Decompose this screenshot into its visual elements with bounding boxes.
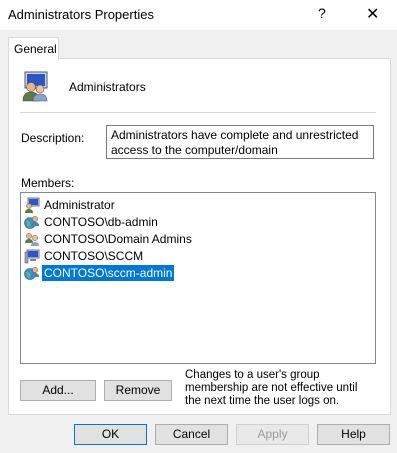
- title-bar: Administrators Properties ? ✕: [0, 0, 397, 30]
- user-computer-icon: [25, 197, 40, 213]
- tab-general[interactable]: General: [8, 37, 59, 60]
- member-item-sccm-admin[interactable]: CONTOSO\sccm-admin: [24, 264, 175, 281]
- help-title-button[interactable]: ?: [318, 5, 326, 21]
- globe-user-icon: [24, 266, 39, 280]
- member-label: CONTOSO\Domain Admins: [44, 231, 192, 246]
- description-field[interactable]: Administrators have complete and unrestr…: [106, 125, 374, 159]
- description-label: Description:: [21, 131, 85, 145]
- group-name: Administrators: [69, 80, 146, 94]
- member-label: CONTOSO\sccm-admin: [42, 264, 175, 281]
- computer-icon: [24, 249, 40, 263]
- group-users-icon: [25, 232, 39, 246]
- separator: [20, 112, 376, 113]
- globe-user-icon: [24, 215, 39, 229]
- members-label: Members:: [21, 176, 75, 190]
- member-item-administrator[interactable]: Administrator: [24, 196, 117, 213]
- apply-button[interactable]: Apply: [236, 424, 309, 445]
- membership-note: Changes to a user's group membership are…: [185, 369, 358, 407]
- window-title: Administrators Properties: [8, 7, 154, 22]
- member-item-db-admin[interactable]: CONTOSO\db-admin: [24, 213, 160, 230]
- tab-general-label: General: [14, 42, 57, 56]
- member-label: CONTOSO\SCCM: [44, 248, 144, 263]
- close-button[interactable]: ✕: [366, 4, 379, 24]
- member-label: CONTOSO\db-admin: [44, 214, 158, 229]
- member-item-sccm[interactable]: CONTOSO\SCCM: [24, 247, 145, 264]
- cancel-button[interactable]: Cancel: [155, 424, 228, 445]
- help-button[interactable]: Help: [317, 424, 390, 445]
- remove-button[interactable]: Remove: [104, 380, 172, 401]
- member-label: Administrator: [44, 197, 115, 212]
- group-users-icon: [22, 71, 48, 102]
- ok-button[interactable]: OK: [74, 424, 147, 445]
- member-item-domain-admins[interactable]: CONTOSO\Domain Admins: [24, 230, 194, 247]
- add-button[interactable]: Add...: [20, 380, 96, 401]
- members-list[interactable]: Administrator CONTOSO\db-admin CONTOSO\D…: [20, 192, 376, 364]
